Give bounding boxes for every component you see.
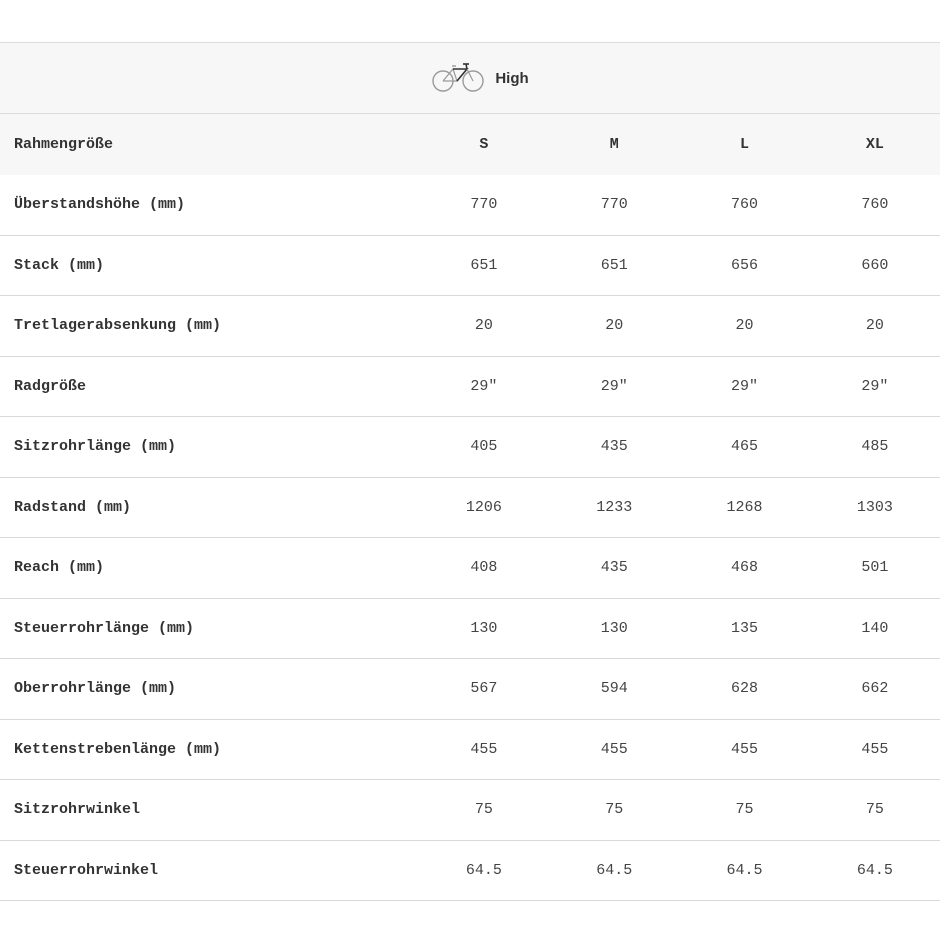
row-label: Kettenstrebenlänge (mm) [14, 740, 222, 758]
row-value: 628 [731, 680, 759, 698]
geometry-table: High Rahmengröße S M L XL Überstandshöhe… [0, 42, 940, 901]
row-label: Steuerrohrwinkel [14, 861, 159, 879]
row-value: 660 [861, 256, 889, 274]
row-value: 75 [605, 801, 624, 819]
row-value: 455 [731, 740, 759, 758]
row-value: 29" [470, 377, 498, 395]
row-value: 75 [865, 801, 884, 819]
row-value: 405 [470, 438, 498, 456]
row-value: 468 [731, 559, 759, 577]
geometry-header: High [0, 42, 940, 114]
row-label: Reach (mm) [14, 559, 105, 577]
row-value: 64.5 [596, 861, 633, 879]
row-value: 760 [731, 196, 759, 214]
row-value: 594 [600, 680, 628, 698]
row-value: 75 [474, 801, 493, 819]
row-value: 64.5 [465, 861, 502, 879]
size-m: M [609, 136, 619, 153]
size-header-row: Rahmengröße S M L XL [0, 114, 940, 175]
row-value: 20 [865, 317, 884, 335]
row-label: Sitzrohrlänge (mm) [14, 438, 177, 456]
row-value: 130 [600, 619, 628, 637]
row-value: 435 [600, 559, 628, 577]
row-label: Steuerrohrlänge (mm) [14, 619, 195, 637]
row-label: Sitzrohrwinkel [14, 801, 141, 819]
row-value: 130 [470, 619, 498, 637]
table-row: Kettenstrebenlänge (mm) 455 455 455 455 [0, 720, 940, 780]
row-value: 435 [600, 438, 628, 456]
row-value: 455 [861, 740, 889, 758]
size-l: L [740, 136, 750, 153]
table-row: Radgröße 29" 29" 29" 29" [0, 357, 940, 417]
row-value: 140 [861, 619, 889, 637]
row-value: 20 [474, 317, 493, 335]
row-value: 567 [470, 680, 498, 698]
row-value: 656 [731, 256, 759, 274]
row-value: 651 [600, 256, 628, 274]
table-row: Oberrohrlänge (mm) 567 594 628 662 [0, 659, 940, 720]
row-value: 75 [735, 801, 754, 819]
row-value: 20 [605, 317, 624, 335]
table-row: Überstandshöhe (mm) 770 770 760 760 [0, 175, 940, 236]
size-s: S [479, 136, 489, 153]
row-value: 651 [470, 256, 498, 274]
table-row: Tretlagerabsenkung (mm) 20 20 20 20 [0, 296, 940, 357]
row-value: 64.5 [856, 861, 893, 879]
row-label: Stack (mm) [14, 256, 105, 274]
row-value: 770 [600, 196, 628, 214]
row-value: 135 [731, 619, 759, 637]
row-label: Radgröße [14, 377, 87, 395]
row-label: Überstandshöhe (mm) [14, 196, 186, 214]
row-value: 760 [861, 196, 889, 214]
row-value: 1268 [726, 498, 763, 516]
table-row: Steuerrohrlänge (mm) 130 130 135 140 [0, 599, 940, 659]
row-value: 408 [470, 559, 498, 577]
size-header-label: Rahmengröße [14, 136, 114, 153]
size-xl: XL [865, 136, 884, 153]
row-value: 29" [861, 377, 889, 395]
row-value: 465 [731, 438, 759, 456]
row-value: 1206 [465, 498, 502, 516]
row-label: Radstand (mm) [14, 498, 132, 516]
table-row: Radstand (mm) 1206 1233 1268 1303 [0, 478, 940, 538]
row-value: 455 [470, 740, 498, 758]
table-row: Steuerrohrwinkel 64.5 64.5 64.5 64.5 [0, 841, 940, 901]
row-value: 29" [600, 377, 628, 395]
table-row: Sitzrohrlänge (mm) 405 435 465 485 [0, 417, 940, 478]
row-label: Oberrohrlänge (mm) [14, 680, 177, 698]
table-row: Stack (mm) 651 651 656 660 [0, 236, 940, 296]
table-row: Reach (mm) 408 435 468 501 [0, 538, 940, 599]
row-value: 20 [735, 317, 754, 335]
row-label: Tretlagerabsenkung (mm) [14, 317, 222, 335]
row-value: 455 [600, 740, 628, 758]
table-row: Sitzrohrwinkel 75 75 75 75 [0, 780, 940, 841]
row-value: 501 [861, 559, 889, 577]
row-value: 485 [861, 438, 889, 456]
row-value: 1233 [596, 498, 633, 516]
row-value: 64.5 [726, 861, 763, 879]
row-value: 770 [470, 196, 498, 214]
layout-title: High [495, 69, 529, 87]
row-value: 662 [861, 680, 889, 698]
bicycle-icon [431, 60, 485, 96]
row-value: 29" [731, 377, 759, 395]
row-value: 1303 [856, 498, 893, 516]
